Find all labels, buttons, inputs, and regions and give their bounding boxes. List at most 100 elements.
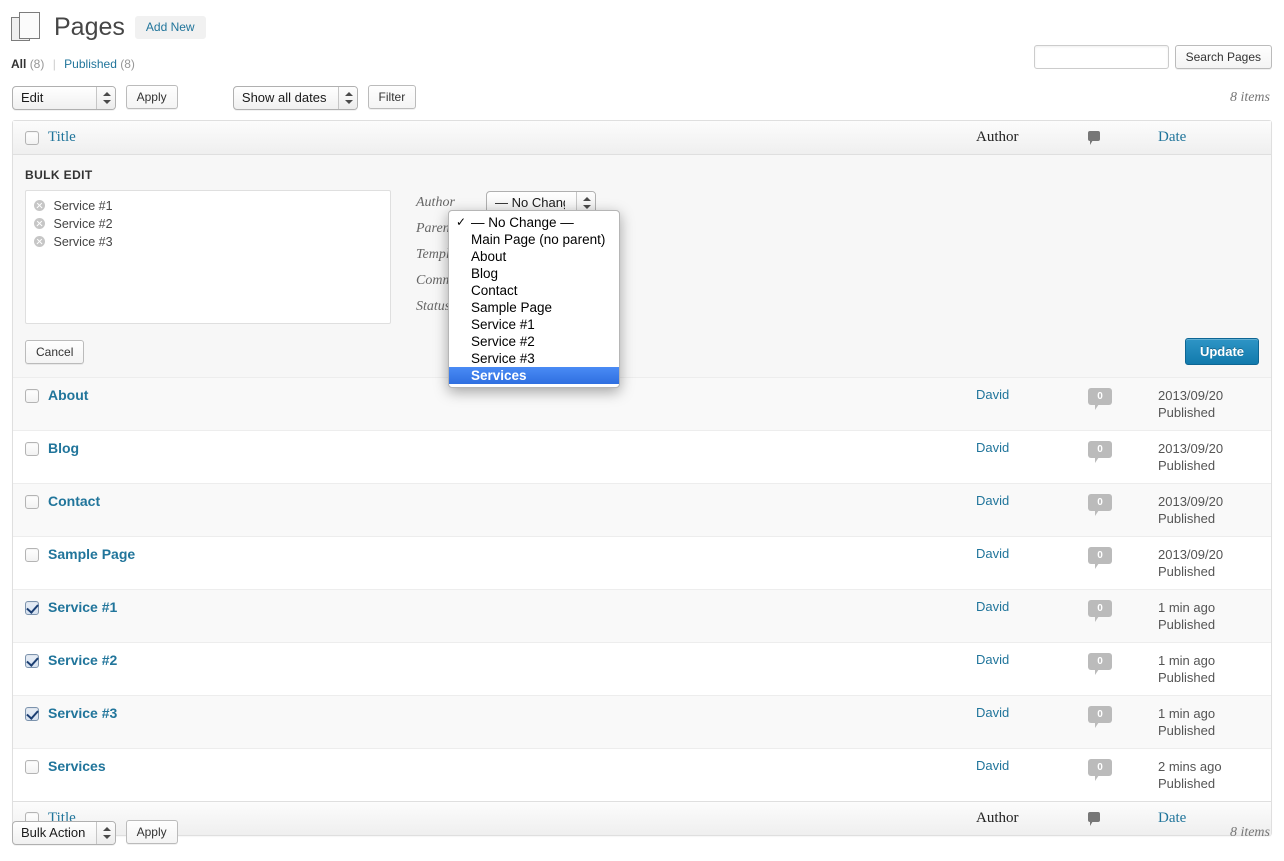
row-checkbox[interactable] — [25, 547, 39, 562]
row-title-cell: Sample Page — [41, 536, 969, 589]
dropdown-option[interactable]: Services — [449, 367, 619, 384]
dropdown-option[interactable]: About — [449, 248, 619, 265]
row-checkbox[interactable] — [25, 759, 39, 774]
dropdown-option[interactable]: — No Change — — [449, 214, 619, 231]
comment-count-bubble[interactable]: 0 — [1088, 653, 1112, 675]
dropdown-option[interactable]: Service #1 — [449, 316, 619, 333]
page-title-link[interactable]: Blog — [48, 440, 79, 456]
dropdown-option[interactable]: Service #2 — [449, 333, 619, 350]
row-checkbox[interactable] — [25, 441, 39, 456]
row-select-cell[interactable] — [13, 377, 41, 430]
remove-icon[interactable] — [34, 218, 45, 229]
dropdown-option[interactable]: Sample Page — [449, 299, 619, 316]
dropdown-option[interactable]: Main Page (no parent) — [449, 231, 619, 248]
column-header-date[interactable]: Date — [1151, 121, 1271, 155]
comment-count-bubble[interactable]: 0 — [1088, 759, 1112, 781]
page-title-link[interactable]: Service #1 — [48, 599, 117, 615]
row-comments-cell[interactable]: 0 — [1081, 430, 1151, 483]
row-checkbox[interactable] — [25, 706, 39, 721]
author-link[interactable]: David — [976, 599, 1009, 614]
bulk-action-select-wrap[interactable]: Edit — [12, 85, 116, 110]
row-comments-cell[interactable]: 0 — [1081, 483, 1151, 536]
author-link[interactable]: David — [976, 493, 1009, 508]
row-date-cell: 2 mins ago Published — [1151, 748, 1271, 801]
comment-count-bubble[interactable]: 0 — [1088, 547, 1112, 569]
row-checkbox[interactable] — [25, 388, 39, 403]
comment-count-bubble[interactable]: 0 — [1088, 494, 1112, 516]
row-date: 1 min ago — [1158, 706, 1216, 721]
bulk-edit-selected-titles: Service #1 Service #2 Service #3 — [25, 190, 391, 324]
author-link[interactable]: David — [976, 652, 1009, 667]
row-comments-cell[interactable]: 0 — [1081, 642, 1151, 695]
row-date: 2013/09/20 — [1158, 441, 1224, 456]
row-status: Published — [1158, 617, 1216, 632]
view-link-published[interactable]: Published — [64, 57, 117, 71]
row-select-cell[interactable] — [13, 536, 41, 589]
column-header-title[interactable]: Title — [41, 121, 969, 155]
row-date-cell: 1 min ago Published — [1151, 695, 1271, 748]
dropdown-option[interactable]: Service #3 — [449, 350, 619, 367]
bulk-action-select[interactable]: Edit — [12, 85, 116, 110]
author-link[interactable]: David — [976, 440, 1009, 455]
row-checkbox[interactable] — [25, 600, 39, 615]
column-header-comments[interactable] — [1081, 121, 1151, 155]
remove-icon[interactable] — [34, 200, 45, 211]
author-link[interactable]: David — [976, 758, 1009, 773]
view-count-published: (8) — [120, 57, 135, 71]
sort-title-link[interactable]: Title — [48, 129, 76, 145]
comment-count-bubble[interactable]: 0 — [1088, 706, 1112, 728]
parent-dropdown-popup[interactable]: — No Change —Main Page (no parent)AboutB… — [448, 210, 620, 388]
row-date: 2013/09/20 — [1158, 388, 1224, 403]
row-select-cell[interactable] — [13, 483, 41, 536]
page-title-link[interactable]: Services — [48, 758, 106, 774]
comment-count-bubble[interactable]: 0 — [1088, 388, 1112, 410]
row-comments-cell[interactable]: 0 — [1081, 589, 1151, 642]
bulk-edit-title-item: Service #3 — [34, 233, 382, 251]
row-status: Published — [1158, 405, 1216, 420]
filter-button[interactable]: Filter — [367, 85, 417, 109]
date-filter-select-wrap[interactable]: Show all dates — [232, 85, 358, 110]
add-new-button[interactable]: Add New — [134, 15, 206, 39]
bulk-action-select-bottom[interactable]: Bulk Actions — [12, 820, 116, 845]
row-checkbox[interactable] — [25, 653, 39, 668]
page-title-link[interactable]: About — [48, 387, 88, 403]
table-row: Service #2 David 0 1 min ago Published — [13, 642, 1271, 695]
sort-date-link[interactable]: Date — [1158, 129, 1186, 145]
comment-count-bubble[interactable]: 0 — [1088, 441, 1112, 463]
page-title-link[interactable]: Service #2 — [48, 652, 117, 668]
apply-bulk-action-button-bottom[interactable]: Apply — [125, 820, 178, 844]
bulk-action-select-wrap-bottom[interactable]: Bulk Actions — [12, 820, 116, 845]
row-checkbox[interactable] — [25, 494, 39, 509]
update-button[interactable]: Update — [1184, 338, 1259, 365]
dropdown-option[interactable]: Contact — [449, 282, 619, 299]
select-all-checkbox-top[interactable] — [25, 130, 39, 145]
apply-bulk-action-button[interactable]: Apply — [125, 85, 178, 109]
remove-icon[interactable] — [34, 236, 45, 247]
row-select-cell[interactable] — [13, 642, 41, 695]
date-filter-select[interactable]: Show all dates — [232, 85, 358, 110]
author-link[interactable]: David — [976, 705, 1009, 720]
table-row: Services David 0 2 mins ago Published — [13, 748, 1271, 801]
page-title-link[interactable]: Contact — [48, 493, 100, 509]
row-select-cell[interactable] — [13, 748, 41, 801]
page-title-link[interactable]: Sample Page — [48, 546, 135, 562]
row-select-cell[interactable] — [13, 695, 41, 748]
author-link[interactable]: David — [976, 387, 1009, 402]
row-comments-cell[interactable]: 0 — [1081, 748, 1151, 801]
row-select-cell[interactable] — [13, 430, 41, 483]
row-author-cell: David — [969, 536, 1081, 589]
row-comments-cell[interactable]: 0 — [1081, 695, 1151, 748]
cancel-button[interactable]: Cancel — [25, 339, 85, 364]
comment-count-bubble[interactable]: 0 — [1088, 600, 1112, 622]
page-title-link[interactable]: Service #3 — [48, 705, 117, 721]
search-input[interactable] — [1033, 45, 1169, 69]
view-link-all[interactable]: All — [11, 57, 26, 71]
row-select-cell[interactable] — [13, 589, 41, 642]
dropdown-option[interactable]: Blog — [449, 265, 619, 282]
author-link[interactable]: David — [976, 546, 1009, 561]
select-all-header[interactable] — [13, 121, 41, 155]
row-author-cell: David — [969, 430, 1081, 483]
row-comments-cell[interactable]: 0 — [1081, 536, 1151, 589]
search-pages-button[interactable]: Search Pages — [1174, 45, 1272, 69]
row-comments-cell[interactable]: 0 — [1081, 377, 1151, 430]
